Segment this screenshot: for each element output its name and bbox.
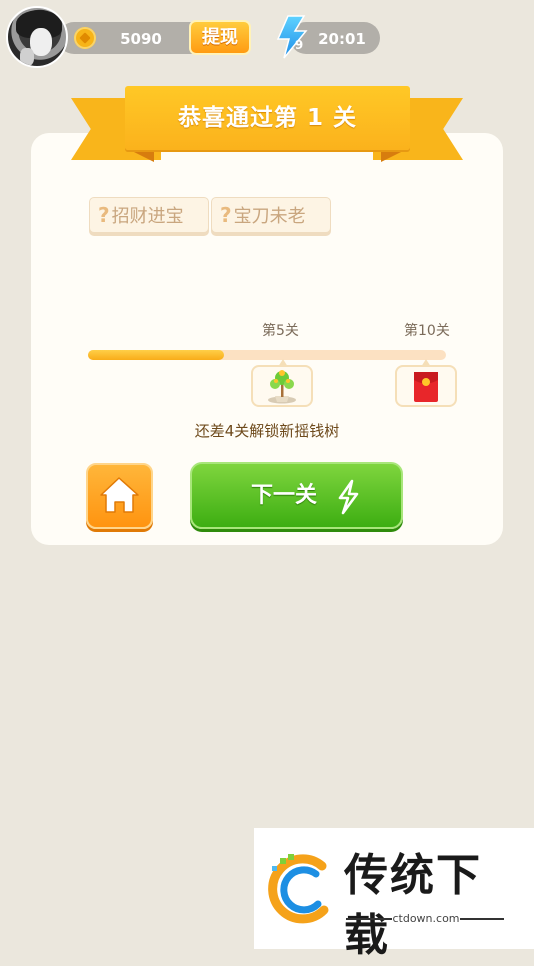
money-tree-icon — [268, 370, 296, 404]
idiom-card[interactable]: ? 宝刀未老 — [211, 197, 331, 233]
reward-money-tree[interactable] — [251, 365, 313, 407]
question-mark-icon: ? — [98, 203, 110, 227]
watermark-brand: 传统下载 — [344, 850, 482, 961]
watermark-url: ctdown.com — [392, 911, 460, 927]
energy-timer: 20:01 — [318, 30, 366, 48]
home-button[interactable] — [86, 463, 153, 529]
idiom-card[interactable]: ? 招财进宝 — [89, 197, 209, 233]
red-envelope-icon — [414, 372, 438, 402]
banner-title: 恭喜通过第 1 关 — [177, 105, 358, 131]
coin-icon — [74, 27, 96, 49]
question-mark-icon: ? — [220, 203, 232, 227]
lightning-energy-icon — [338, 479, 359, 515]
user-avatar[interactable] — [6, 6, 68, 68]
idiom-text: 宝刀未老 — [233, 206, 306, 227]
energy-count: 9 — [294, 38, 304, 52]
unlock-hint: 还差4关解锁新摇钱树 — [194, 422, 340, 440]
withdraw-button[interactable]: 提现 — [189, 20, 251, 55]
next-level-label: 下一关 — [250, 483, 317, 508]
level-progress-fill — [88, 350, 224, 360]
milestone-label-5: 第5关 — [262, 323, 299, 339]
home-icon — [100, 477, 139, 513]
reward-red-envelope[interactable] — [395, 365, 457, 407]
coin-balance: 5090 — [120, 30, 162, 48]
brand-logo-icon — [268, 854, 329, 924]
milestone-label-10: 第10关 — [404, 323, 450, 339]
idiom-text: 招财进宝 — [111, 206, 184, 227]
